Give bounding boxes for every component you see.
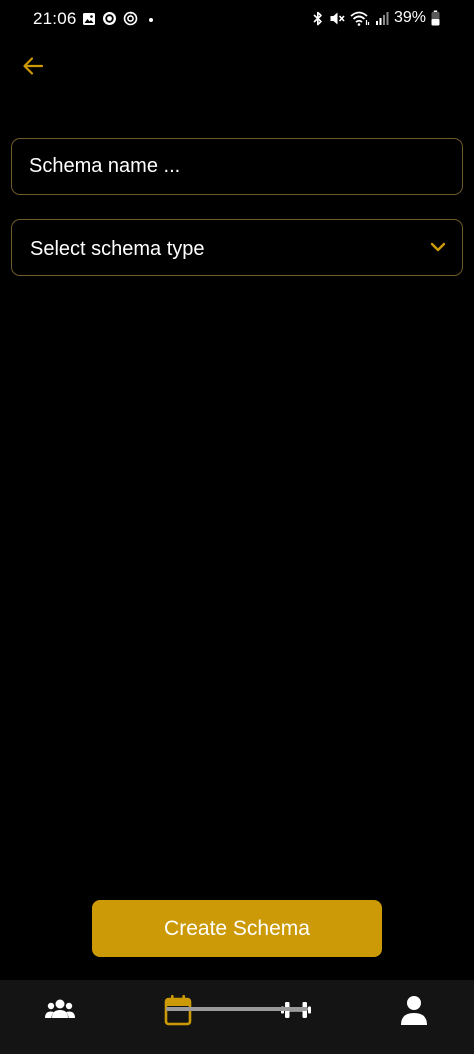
bluetooth-icon: [313, 11, 322, 25]
create-schema-screen: 21:06 39% Schema name ... Select schema …: [0, 0, 474, 1054]
wifi-icon: [350, 11, 370, 26]
users-icon: [45, 999, 75, 1018]
dot-icon: [149, 17, 153, 22]
nav-item-profile[interactable]: [386, 988, 442, 1032]
battery-icon: [431, 10, 440, 26]
mute-icon: [330, 12, 345, 24]
signal-icon: [375, 11, 389, 25]
status-bar: 21:06 39%: [0, 0, 474, 40]
nav-item-users[interactable]: [32, 988, 88, 1032]
schema-name-field[interactable]: [11, 138, 463, 195]
target-icon: [103, 12, 116, 25]
chevron-down-icon: [430, 242, 446, 252]
status-left-icons: [82, 11, 156, 26]
create-schema-button[interactable]: Create Schema: [92, 900, 382, 957]
status-time: 21:06: [33, 9, 77, 28]
arrow-left-icon: [23, 57, 44, 75]
status-right-icons: 39%: [312, 9, 440, 27]
schema-type-select[interactable]: Select schema type: [11, 219, 463, 276]
image-icon: [83, 12, 95, 25]
back-button[interactable]: [18, 52, 48, 80]
user-icon: [401, 996, 427, 1025]
schema-name-input[interactable]: [29, 139, 449, 194]
schema-type-placeholder: Select schema type: [30, 238, 205, 260]
home-indicator[interactable]: [166, 1007, 308, 1011]
sync-icon: [123, 11, 138, 26]
battery-percent: 39%: [393, 9, 426, 26]
bottom-navigation: [0, 980, 474, 1054]
